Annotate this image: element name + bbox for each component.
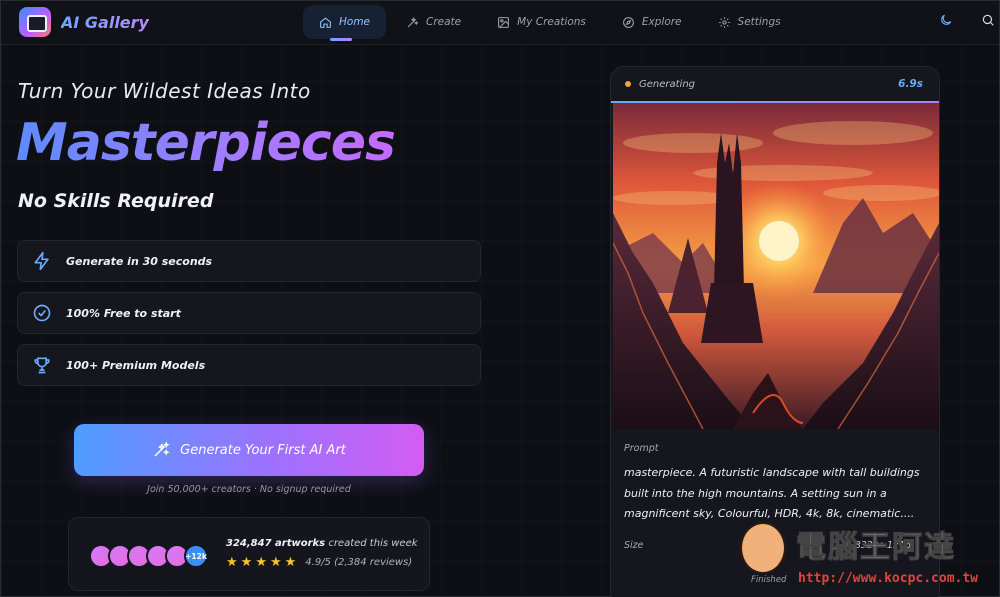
cta-note: Join 50,000+ creators · No signup requir…: [147, 484, 351, 495]
feature-free: 100% Free to start: [17, 292, 481, 334]
star-icon: ★: [284, 555, 297, 570]
nav-item-explore[interactable]: Explore: [606, 5, 698, 39]
nav-item-home[interactable]: Home: [303, 5, 387, 41]
check-circle-icon: [33, 304, 51, 322]
wand-icon: [407, 16, 419, 27]
generation-status: Generating: [639, 78, 696, 90]
prompt-label: Prompt: [624, 443, 659, 454]
feature-models: 100+ Premium Models: [17, 344, 481, 386]
hero-title: Masterpieces: [16, 113, 396, 173]
generated-artwork[interactable]: [613, 103, 939, 429]
nav-links: Home Create My Creations Explore Setting…: [303, 5, 797, 41]
generate-first-art-button[interactable]: Generate Your First AI Art: [74, 424, 424, 476]
star-icon: ★: [255, 555, 267, 570]
site-watermark: 電腦王阿達 http://www.kocpc.com.tw: [736, 516, 998, 596]
nav-item-settings[interactable]: Settings: [702, 5, 797, 39]
hero-tagline: No Skills Required: [18, 190, 214, 212]
gear-icon: [718, 16, 730, 28]
status-dot: [625, 81, 631, 87]
nav-right-actions: [939, 13, 995, 27]
magic-wand-icon: [154, 441, 170, 457]
avatar-stack: +12k: [89, 544, 208, 568]
feature-label: Generate in 30 seconds: [66, 254, 213, 268]
star-icon: ★: [226, 555, 238, 570]
feature-label: 100% Free to start: [66, 306, 181, 320]
generation-time: 6.9s: [898, 78, 923, 90]
trophy-icon: [34, 357, 50, 374]
artworks-suffix: created this week: [325, 538, 418, 549]
star-icon: ★: [240, 555, 253, 570]
artworks-count: 324,847 artworks: [226, 538, 326, 549]
star-icon: ★: [269, 555, 282, 570]
image-gallery-icon: [498, 16, 510, 28]
logo-icon: [19, 7, 51, 37]
size-label: Size: [624, 540, 644, 551]
moon-icon[interactable]: [939, 13, 953, 27]
app-name: AI Gallery: [61, 12, 149, 32]
rating-text: 4.9/5 (2,384 reviews): [305, 557, 413, 568]
logo[interactable]: AI Gallery: [19, 7, 149, 37]
nav-item-label: Home: [339, 16, 371, 28]
avatar-more-count: +12k: [184, 544, 208, 568]
nav-item-label: My Creations: [517, 16, 586, 28]
home-icon: [320, 16, 331, 28]
cta-label: Generate Your First AI Art: [180, 442, 346, 458]
hero-subtitle: Turn Your Wildest Ideas Into: [18, 79, 311, 103]
nav-item-my-creations[interactable]: My Creations: [481, 5, 602, 39]
card-header: Generating 6.9s: [611, 67, 939, 101]
watermark-url: http://www.kocpc.com.tw: [798, 571, 979, 586]
watermark-title: 電腦王阿達: [796, 530, 956, 566]
compass-icon: [622, 16, 634, 28]
artworks-stat: 324,847 artworks created this week: [226, 538, 418, 549]
nav-item-label: Explore: [641, 16, 682, 28]
search-icon[interactable]: [981, 13, 995, 27]
nav-item-create[interactable]: Create: [390, 5, 477, 39]
nav-item-label: Settings: [737, 16, 781, 28]
rating-stars: ★ ★ ★ ★ ★ 4.9/5 (2,384 reviews): [226, 556, 412, 569]
mascot-icon: [740, 522, 786, 574]
feature-speed: Generate in 30 seconds: [17, 240, 481, 282]
feature-label: 100+ Premium Models: [66, 358, 206, 372]
lightning-icon: [34, 251, 49, 271]
top-nav: AI Gallery Home Create My Creations Expl…: [1, 1, 999, 45]
nav-item-label: Create: [426, 16, 462, 28]
stats-card: +12k 324,847 artworks created this week …: [68, 517, 430, 591]
